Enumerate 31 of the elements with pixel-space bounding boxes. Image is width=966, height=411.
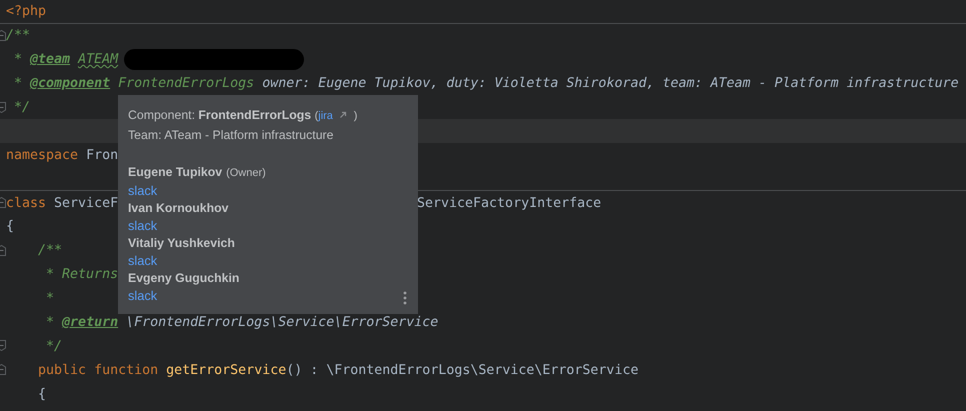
code-line: * @component FrontendErrorLogs owner: Eugene Tupikov, duty: Violetta Shirokorad, team: ATeam - Platform infrastructure bbox=[13, 76, 959, 92]
code-line: public function getErrorService() : \FrontendErrorLogs\Service\ErrorService bbox=[37, 362, 638, 378]
code-line: * @team ATEAM bbox=[13, 52, 118, 68]
code-line: class ServiceF bbox=[6, 196, 118, 211]
slack-link[interactable]: slack bbox=[128, 251, 158, 270]
code-line: * bbox=[45, 291, 54, 306]
team-text: Team: ATeam - Platform infrastructure bbox=[128, 127, 334, 144]
jira-link[interactable]: jira bbox=[318, 110, 333, 122]
code-line: */ bbox=[13, 100, 30, 115]
external-link-icon bbox=[339, 111, 348, 119]
code-line: * Returns bbox=[45, 267, 118, 282]
more-options-icon[interactable] bbox=[403, 291, 407, 305]
role-text: (Owner) bbox=[226, 166, 266, 181]
slack-link[interactable]: slack bbox=[128, 216, 158, 235]
code-line: */ bbox=[45, 338, 62, 354]
code-line: /** bbox=[6, 28, 30, 44]
code-line: ServiceFactoryInterface bbox=[417, 196, 602, 211]
person-name: Eugene Tupikov bbox=[128, 164, 222, 180]
code-line: { bbox=[37, 386, 46, 402]
code-line: namespace Fron bbox=[6, 148, 118, 163]
component-line: Component: FrontendErrorLogs (jira bbox=[128, 107, 333, 124]
code-line: <?php bbox=[6, 4, 46, 19]
paren-text: ) bbox=[354, 110, 358, 122]
person-name: Vitaliy Yushkevich bbox=[128, 235, 235, 251]
code-line: { bbox=[6, 219, 14, 234]
person-name: Evgeny Guguchkin bbox=[128, 270, 240, 286]
code-line: /** bbox=[37, 243, 62, 258]
slack-link[interactable]: slack bbox=[128, 286, 158, 305]
code-line: * @return \FrontendErrorLogs\Service\ErrorService bbox=[45, 315, 438, 330]
person-name: Ivan Kornoukhov bbox=[128, 200, 228, 216]
slack-link[interactable]: slack bbox=[128, 181, 158, 200]
